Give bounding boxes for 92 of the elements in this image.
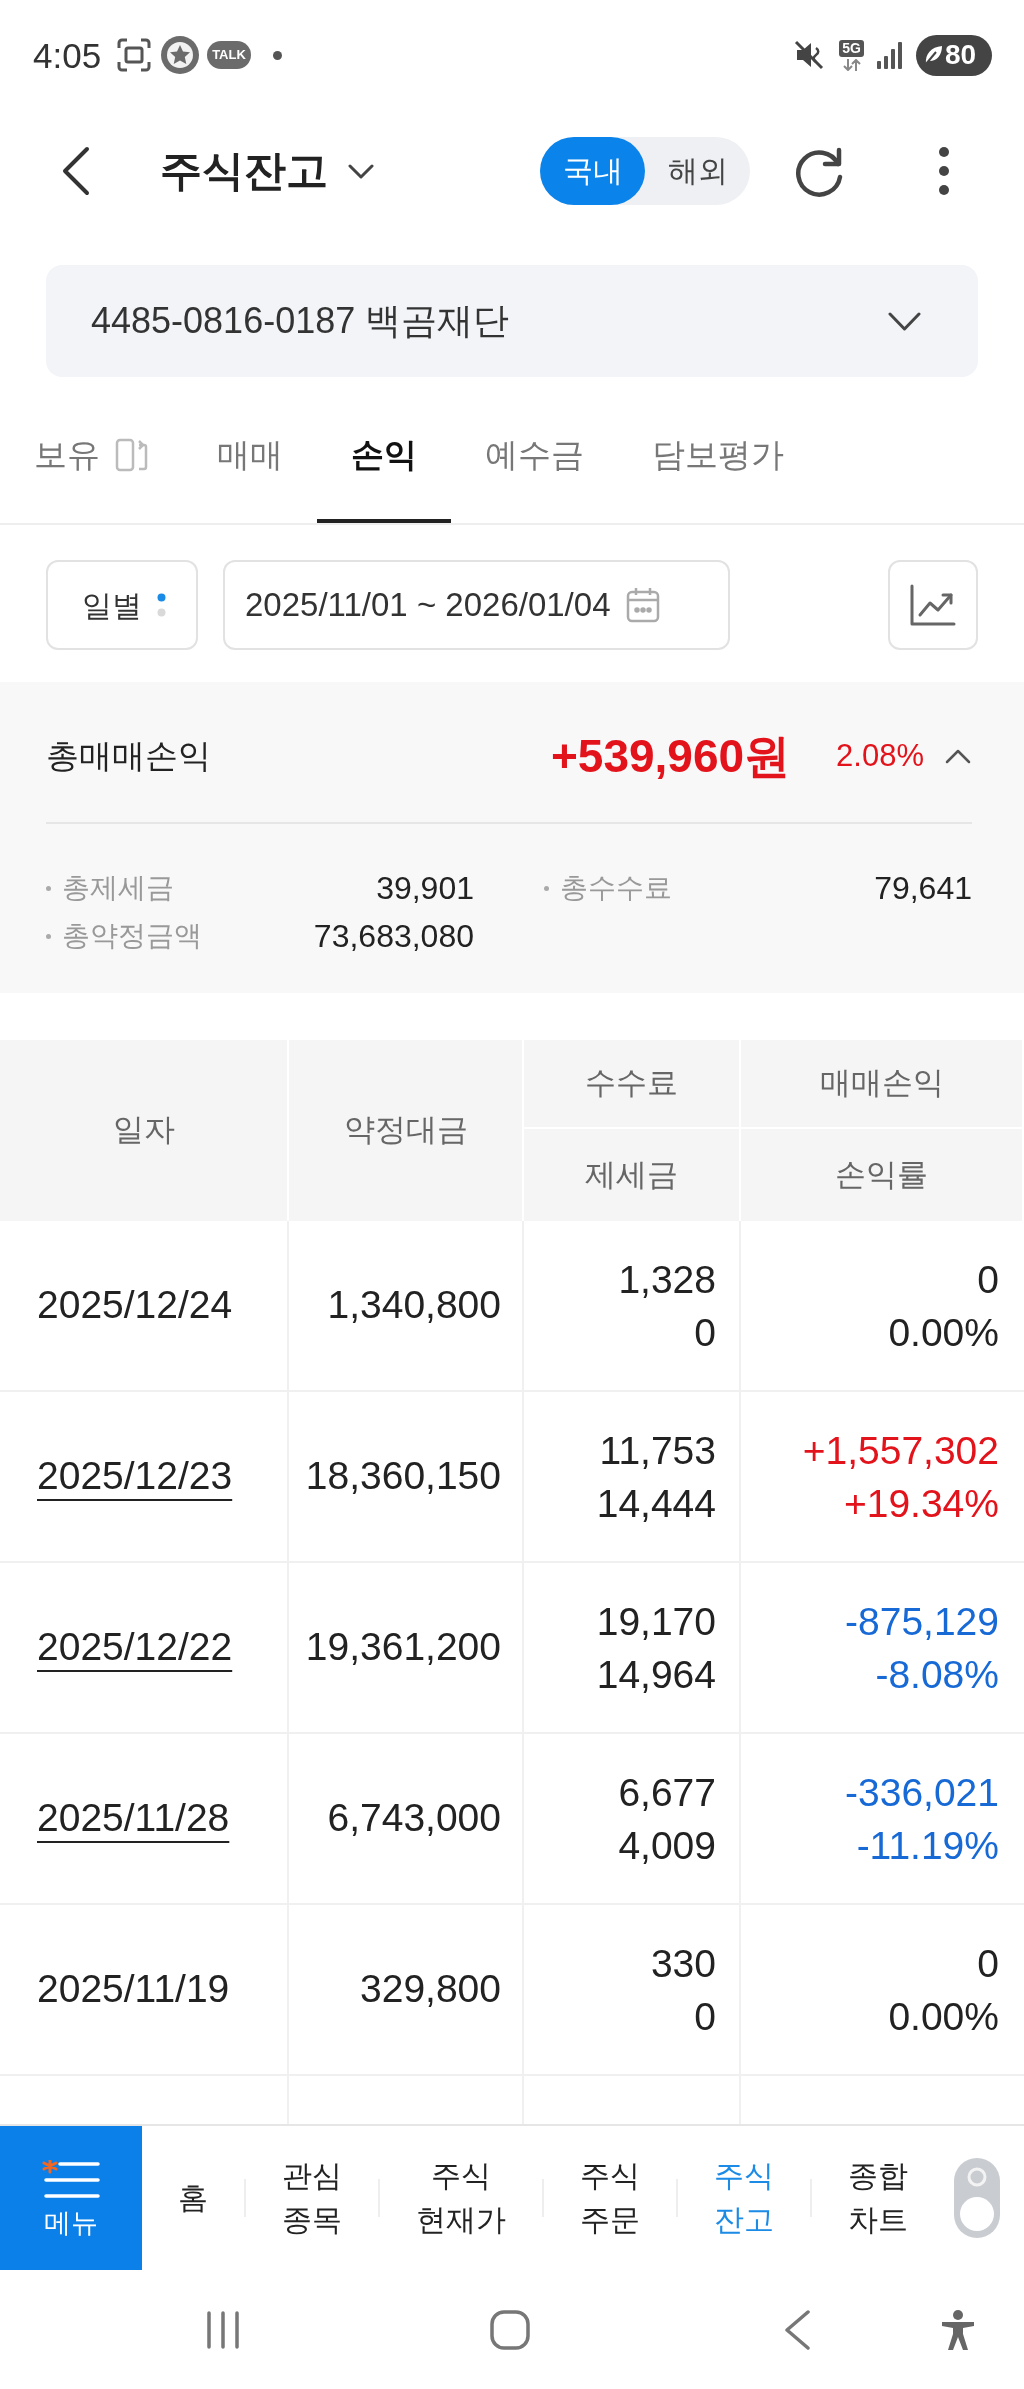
market-toggle-option[interactable]: 국내 — [540, 137, 645, 205]
home-icon[interactable] — [490, 2309, 530, 2350]
detail-value: 73,683,080 — [313, 917, 474, 956]
muted-speaker-icon — [794, 40, 825, 70]
column-header: 매매손익 — [741, 1040, 1024, 1129]
tax-text: 14,964 — [596, 1651, 716, 1698]
trend-chart-icon — [910, 584, 956, 626]
calendar-icon — [626, 587, 661, 623]
tab[interactable]: 예수금 — [451, 391, 618, 523]
period-select-button[interactable]: 일별 — [46, 560, 198, 650]
total-profit-value: +539,960원 — [550, 728, 791, 784]
column-header: 일자 — [0, 1040, 289, 1221]
tax-text: 0 — [694, 1993, 716, 2040]
data-arrows-icon — [841, 58, 862, 71]
rate-text: 0.00% — [888, 1993, 999, 2040]
nav-item[interactable]: 관심 종목 — [246, 2154, 378, 2242]
profit-text: 0 — [977, 1940, 999, 1987]
fee-text: 11,753 — [599, 1427, 716, 1474]
notification-dot-icon — [272, 50, 282, 60]
tab[interactable]: 보유 — [0, 391, 183, 523]
chart-button[interactable] — [888, 560, 978, 650]
more-menu-icon[interactable] — [938, 146, 950, 196]
column-header: 제세금 — [524, 1129, 741, 1221]
chat-app-badge: TALK — [207, 41, 251, 69]
tab[interactable]: 매매 — [183, 391, 317, 523]
signal-icon — [876, 41, 904, 69]
screenshot-icon — [117, 38, 152, 72]
fee-text: 6,677 — [618, 1769, 716, 1816]
amount-text: 6,743,000 — [327, 1795, 501, 1842]
date-text: 2025/11/19 — [37, 1966, 230, 2013]
tax-text: 4,009 — [618, 1822, 716, 1869]
accessibility-icon[interactable] — [940, 2309, 976, 2350]
menu-icon — [42, 2159, 100, 2200]
network-type-label: 5G — [839, 39, 864, 57]
chevron-down-icon — [348, 163, 374, 179]
bullet-icon — [46, 933, 51, 939]
rate-text: -11.19% — [856, 1822, 999, 1869]
bullet-icon — [46, 885, 51, 891]
tab[interactable]: 담보평가 — [618, 391, 818, 523]
battery-percent: 80 — [945, 41, 977, 69]
amount-text: 329,800 — [360, 1966, 501, 2013]
page-title-dropdown[interactable]: 주식잔고 — [160, 150, 374, 192]
profit-text: +1,557,302 — [802, 1427, 999, 1474]
amount-text: 18,360,150 — [305, 1453, 501, 1500]
market-toggle-option[interactable]: 해외 — [645, 137, 750, 205]
detail-label: 총제세금 — [62, 871, 174, 905]
scroll-toggle-icon[interactable] — [954, 2158, 1000, 2238]
date-range-field[interactable]: 2025/11/01 ~ 2026/01/04 — [223, 560, 730, 650]
account-select[interactable]: 4485-0816-0187 백곰재단 — [46, 265, 978, 377]
dot-pair-icon — [157, 593, 166, 617]
amount-text: 19,361,200 — [305, 1624, 501, 1671]
detail-value: 79,641 — [874, 869, 972, 908]
profit-text: 0 — [977, 1256, 999, 1303]
menu-button[interactable]: 메뉴 — [0, 2126, 142, 2270]
bullet-icon — [544, 885, 549, 891]
nav-item[interactable]: 주식 현재가 — [380, 2154, 542, 2242]
profit-text: -336,021 — [845, 1769, 999, 1816]
fee-text: 330 — [650, 1940, 716, 1987]
column-header: 약정대금 — [289, 1040, 524, 1221]
date-link[interactable]: 2025/11/28 — [37, 1789, 230, 1848]
date-text: 2025/12/24 — [37, 1282, 233, 1329]
back-icon[interactable] — [784, 2309, 810, 2350]
detail-label: 총약정금액 — [62, 919, 202, 953]
tax-text: 0 — [694, 1309, 716, 1356]
amount-text: 1,340,800 — [327, 1282, 501, 1329]
nav-item[interactable]: 종합 차트 — [812, 2154, 944, 2242]
tax-text: 14,444 — [596, 1480, 716, 1527]
rate-text: +19.34% — [843, 1480, 999, 1527]
nav-item[interactable]: 주식 주문 — [544, 2154, 676, 2242]
date-link[interactable]: 2025/12/22 — [37, 1618, 233, 1677]
total-profit-label: 총매매손익 — [46, 736, 211, 777]
profit-text: -875,129 — [845, 1598, 999, 1645]
chevron-up-icon — [945, 748, 971, 764]
detail-label: 총수수료 — [560, 871, 672, 905]
rotate-screen-icon — [115, 437, 149, 473]
rate-text: 0.00% — [888, 1309, 999, 1356]
leaf-icon — [923, 44, 943, 66]
detail-value: 39,901 — [376, 869, 474, 908]
column-header: 손익률 — [741, 1129, 1024, 1221]
chevron-down-icon — [888, 311, 921, 331]
rate-text: -8.08% — [875, 1651, 999, 1698]
nav-item[interactable]: 홈 — [142, 2176, 244, 2220]
fee-text: 1,328 — [618, 1256, 716, 1303]
nav-item[interactable]: 주식 잔고 — [678, 2154, 810, 2242]
circle-logo-icon — [161, 36, 200, 74]
fee-text: 19,170 — [596, 1598, 716, 1645]
date-link[interactable]: 2025/12/23 — [37, 1447, 233, 1506]
column-header: 수수료 — [524, 1040, 741, 1129]
status-time: 4:05 — [33, 37, 102, 73]
tab[interactable]: 손익 — [317, 391, 451, 523]
recent-apps-icon[interactable] — [206, 2310, 240, 2349]
total-profit-rate: 2.08% — [836, 736, 924, 775]
